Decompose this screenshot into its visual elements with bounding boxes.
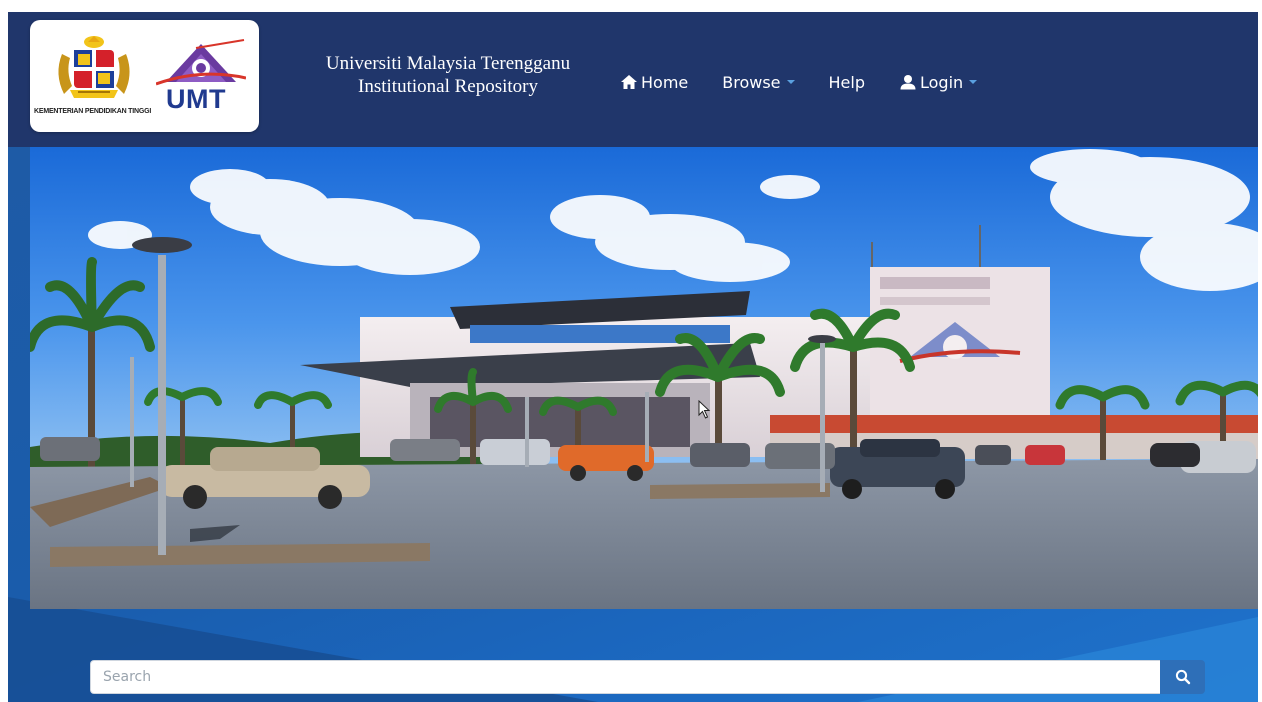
nav-home[interactable]: Home [620,73,705,92]
navbar: KEMENTERIAN PENDIDIKAN TINGGI UMT Univer… [8,12,1258,147]
umt-logo-text: UMT [166,84,226,114]
search-button[interactable] [1160,660,1205,694]
user-icon [900,75,916,90]
browser-viewport: KEMENTERIAN PENDIDIKAN TINGGI UMT Univer… [8,12,1258,702]
logo-card[interactable]: KEMENTERIAN PENDIDIKAN TINGGI UMT [30,20,259,132]
hero-image [30,147,1258,609]
umt-emblem-icon [156,39,246,86]
ministry-caption: KEMENTERIAN PENDIDIKAN TINGGI [34,108,152,115]
search-bar [90,660,1205,694]
chevron-down-icon [786,80,795,84]
campus-building-photo [30,147,1258,609]
search-input[interactable] [90,660,1160,694]
chevron-down-icon [969,80,978,84]
main-nav: Home Browse Help Login [620,67,994,97]
nav-browse-label: Browse [722,72,781,92]
page: KEMENTERIAN PENDIDIKAN TINGGI UMT Univer… [0,0,1262,702]
nav-help-label: Help [828,72,865,92]
site-title[interactable]: Universiti Malaysia Terengganu Instituti… [298,52,598,98]
nav-login[interactable]: Login [882,73,994,92]
site-title-line1: Universiti Malaysia Terengganu [325,53,571,74]
malaysia-coat-of-arms-icon [58,36,130,98]
mouse-pointer-icon [698,400,711,419]
nav-help[interactable]: Help [812,73,882,92]
search-icon [1175,669,1190,685]
home-icon [621,75,637,89]
nav-login-label: Login [920,72,964,92]
site-title-line2: Institutional Repository [358,76,538,97]
nav-browse[interactable]: Browse [705,73,811,92]
nav-home-label: Home [641,72,689,92]
